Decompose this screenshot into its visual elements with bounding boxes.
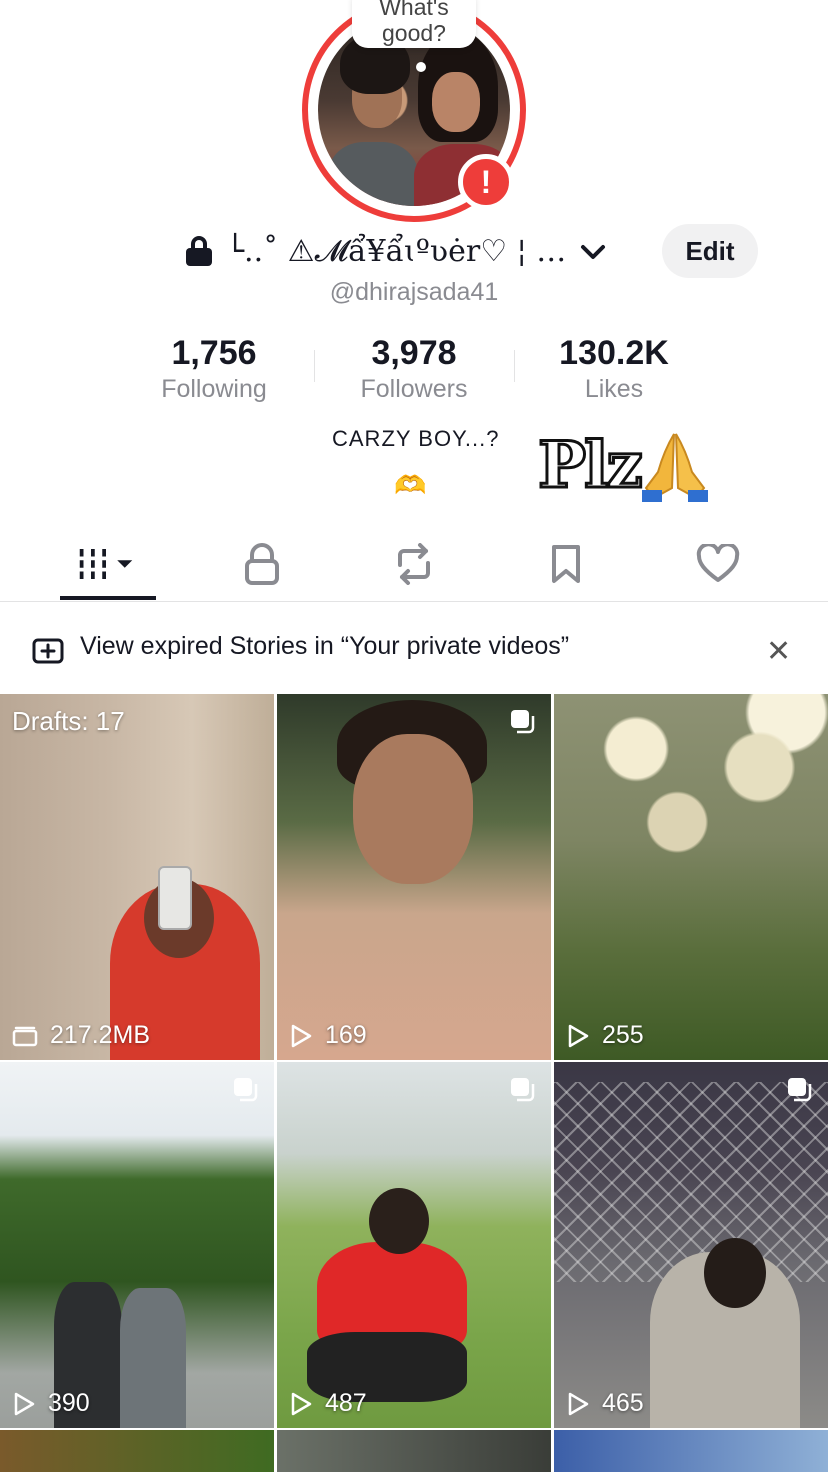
view-count: 255 bbox=[566, 1021, 644, 1050]
chevron-down-icon[interactable] bbox=[580, 236, 606, 267]
praying-hands-icon bbox=[642, 433, 708, 502]
video-tile[interactable]: 390 bbox=[0, 1062, 274, 1428]
lock-icon bbox=[245, 543, 279, 585]
plz-sticker: Plz bbox=[537, 427, 645, 505]
tab-liked[interactable] bbox=[688, 540, 748, 588]
bio-text: CARZY BOY...? bbox=[332, 426, 500, 451]
video-tile[interactable]: 465 bbox=[554, 1062, 828, 1428]
drafts-size-text: 217.2MB bbox=[50, 1021, 151, 1049]
followers-count: 3,978 bbox=[371, 334, 457, 372]
bubble-tail bbox=[416, 62, 426, 72]
video-tile[interactable] bbox=[554, 1430, 828, 1472]
play-icon bbox=[291, 1024, 312, 1047]
video-tile[interactable]: 255 bbox=[554, 694, 828, 1060]
edit-button[interactable]: Edit bbox=[662, 224, 758, 278]
heart-icon bbox=[696, 544, 740, 582]
view-count: 487 bbox=[289, 1389, 367, 1418]
following-label: Following bbox=[161, 375, 267, 403]
tab-favorites[interactable] bbox=[536, 540, 596, 588]
likes-label: Likes bbox=[584, 375, 644, 403]
video-tile[interactable]: 169 bbox=[277, 694, 551, 1060]
lock-icon bbox=[186, 236, 212, 266]
bookmark-icon bbox=[552, 545, 580, 583]
multi-photo-icon bbox=[788, 1078, 812, 1102]
drafts-tile[interactable]: Drafts: 17 217.2MB bbox=[0, 694, 274, 1060]
play-icon bbox=[568, 1392, 589, 1415]
stat-followers[interactable]: 3,978 Followers bbox=[350, 334, 478, 404]
view-count: 169 bbox=[289, 1021, 367, 1050]
video-tile[interactable]: 487 bbox=[277, 1062, 551, 1428]
alert-badge[interactable]: ! bbox=[458, 154, 514, 210]
username: @dhirajsada41 bbox=[329, 278, 499, 306]
following-count: 1,756 bbox=[171, 334, 257, 372]
play-icon bbox=[568, 1024, 589, 1047]
drafts-size: 217.2MB bbox=[12, 1021, 150, 1050]
expired-stories-banner[interactable]: View expired Stories in “Your private vi… bbox=[80, 632, 569, 661]
play-icon bbox=[14, 1392, 35, 1415]
close-icon[interactable]: ✕ bbox=[766, 634, 791, 669]
story-add-icon bbox=[32, 638, 64, 664]
folder-icon bbox=[12, 1026, 38, 1046]
view-count: 390 bbox=[12, 1389, 90, 1418]
drafts-label: Drafts: 17 bbox=[12, 706, 125, 736]
tab-reposts[interactable] bbox=[384, 540, 444, 588]
tab-private[interactable] bbox=[232, 540, 292, 588]
stat-following[interactable]: 1,756 Following bbox=[150, 334, 278, 404]
stat-divider bbox=[514, 350, 515, 382]
stat-likes[interactable]: 130.2K Likes bbox=[546, 334, 682, 404]
multi-photo-icon bbox=[234, 1078, 258, 1102]
tab-videos[interactable] bbox=[76, 540, 136, 588]
stat-divider bbox=[314, 350, 315, 382]
name-row[interactable]: └..˚ ⚠𝓜ẩ¥ẩɩºʋėr♡ ¦ … bbox=[186, 226, 606, 276]
multi-photo-icon bbox=[511, 1078, 535, 1102]
followers-label: Followers bbox=[360, 375, 468, 403]
display-name: └..˚ ⚠𝓜ẩ¥ẩɩºʋėr♡ ¦ … bbox=[226, 233, 567, 269]
video-tile[interactable] bbox=[277, 1430, 551, 1472]
status-bubble[interactable]: What's good? bbox=[352, 0, 476, 48]
repost-icon bbox=[398, 543, 430, 585]
play-icon bbox=[291, 1392, 312, 1415]
grid-bars-icon bbox=[79, 549, 133, 579]
view-count: 465 bbox=[566, 1389, 644, 1418]
heart-hands-icon: 🫶 bbox=[394, 470, 427, 500]
active-tab-indicator bbox=[60, 596, 156, 600]
likes-count: 130.2K bbox=[559, 334, 669, 372]
video-tile[interactable] bbox=[0, 1430, 274, 1472]
multi-photo-icon bbox=[511, 710, 535, 734]
